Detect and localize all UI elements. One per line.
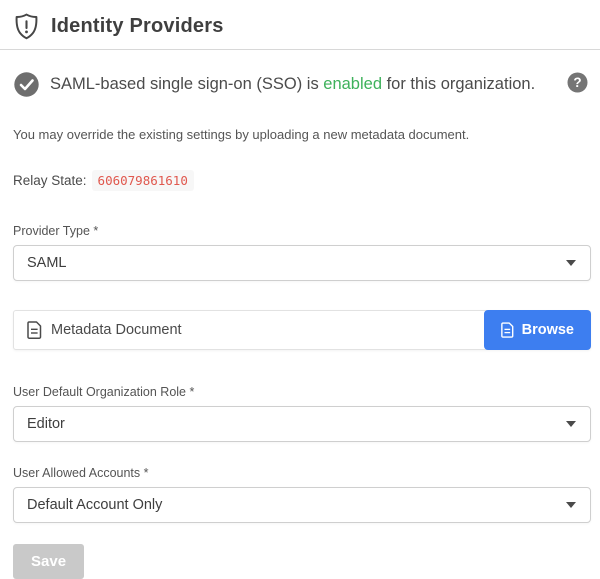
- relay-state-row: Relay State: 606079861610: [13, 170, 591, 191]
- shield-exclamation-icon: [14, 13, 39, 40]
- provider-type-group: Provider Type * SAML: [13, 224, 591, 281]
- provider-type-select[interactable]: SAML: [13, 245, 591, 281]
- allowed-accounts-select[interactable]: Default Account Only: [13, 487, 591, 523]
- browse-button-label: Browse: [522, 322, 574, 338]
- metadata-file-label: Metadata Document: [51, 322, 182, 338]
- metadata-document-group: Metadata Document Browse: [13, 310, 591, 350]
- sso-status-row: SAML-based single sign-on (SSO) is enabl…: [13, 71, 591, 98]
- allowed-accounts-label: User Allowed Accounts *: [13, 466, 591, 480]
- svg-text:?: ?: [573, 75, 581, 90]
- allowed-accounts-value: Default Account Only: [27, 497, 162, 513]
- help-icon[interactable]: ?: [567, 72, 588, 98]
- relay-state-label: Relay State:: [13, 173, 87, 188]
- sso-text-after: for this organization.: [387, 75, 536, 93]
- sso-status-text: SAML-based single sign-on (SSO) is enabl…: [50, 75, 535, 94]
- default-role-group: User Default Organization Role * Editor: [13, 385, 591, 442]
- chevron-down-icon: [566, 421, 576, 427]
- default-role-select[interactable]: Editor: [13, 406, 591, 442]
- relay-state-value: 606079861610: [92, 170, 194, 191]
- default-role-value: Editor: [27, 416, 65, 432]
- chevron-down-icon: [566, 260, 576, 266]
- browse-button[interactable]: Browse: [484, 310, 591, 350]
- sso-status-message: SAML-based single sign-on (SSO) is enabl…: [13, 71, 535, 98]
- override-description: You may override the existing settings b…: [13, 127, 591, 142]
- save-button[interactable]: Save: [13, 544, 84, 579]
- allowed-accounts-group: User Allowed Accounts * Default Account …: [13, 466, 591, 523]
- sso-text-before: SAML-based single sign-on (SSO) is: [50, 75, 323, 93]
- document-icon: [27, 321, 42, 339]
- page-header: Identity Providers: [0, 0, 600, 50]
- chevron-down-icon: [566, 502, 576, 508]
- identity-providers-page: Identity Providers SAML-based single sig…: [0, 0, 600, 579]
- check-circle-icon: [13, 71, 40, 98]
- document-upload-icon: [501, 322, 514, 338]
- page-title: Identity Providers: [51, 15, 224, 38]
- metadata-file-input[interactable]: Metadata Document: [14, 311, 484, 349]
- default-role-label: User Default Organization Role *: [13, 385, 591, 399]
- sso-status-value: enabled: [323, 75, 386, 93]
- provider-type-label: Provider Type *: [13, 224, 591, 238]
- provider-type-value: SAML: [27, 255, 67, 271]
